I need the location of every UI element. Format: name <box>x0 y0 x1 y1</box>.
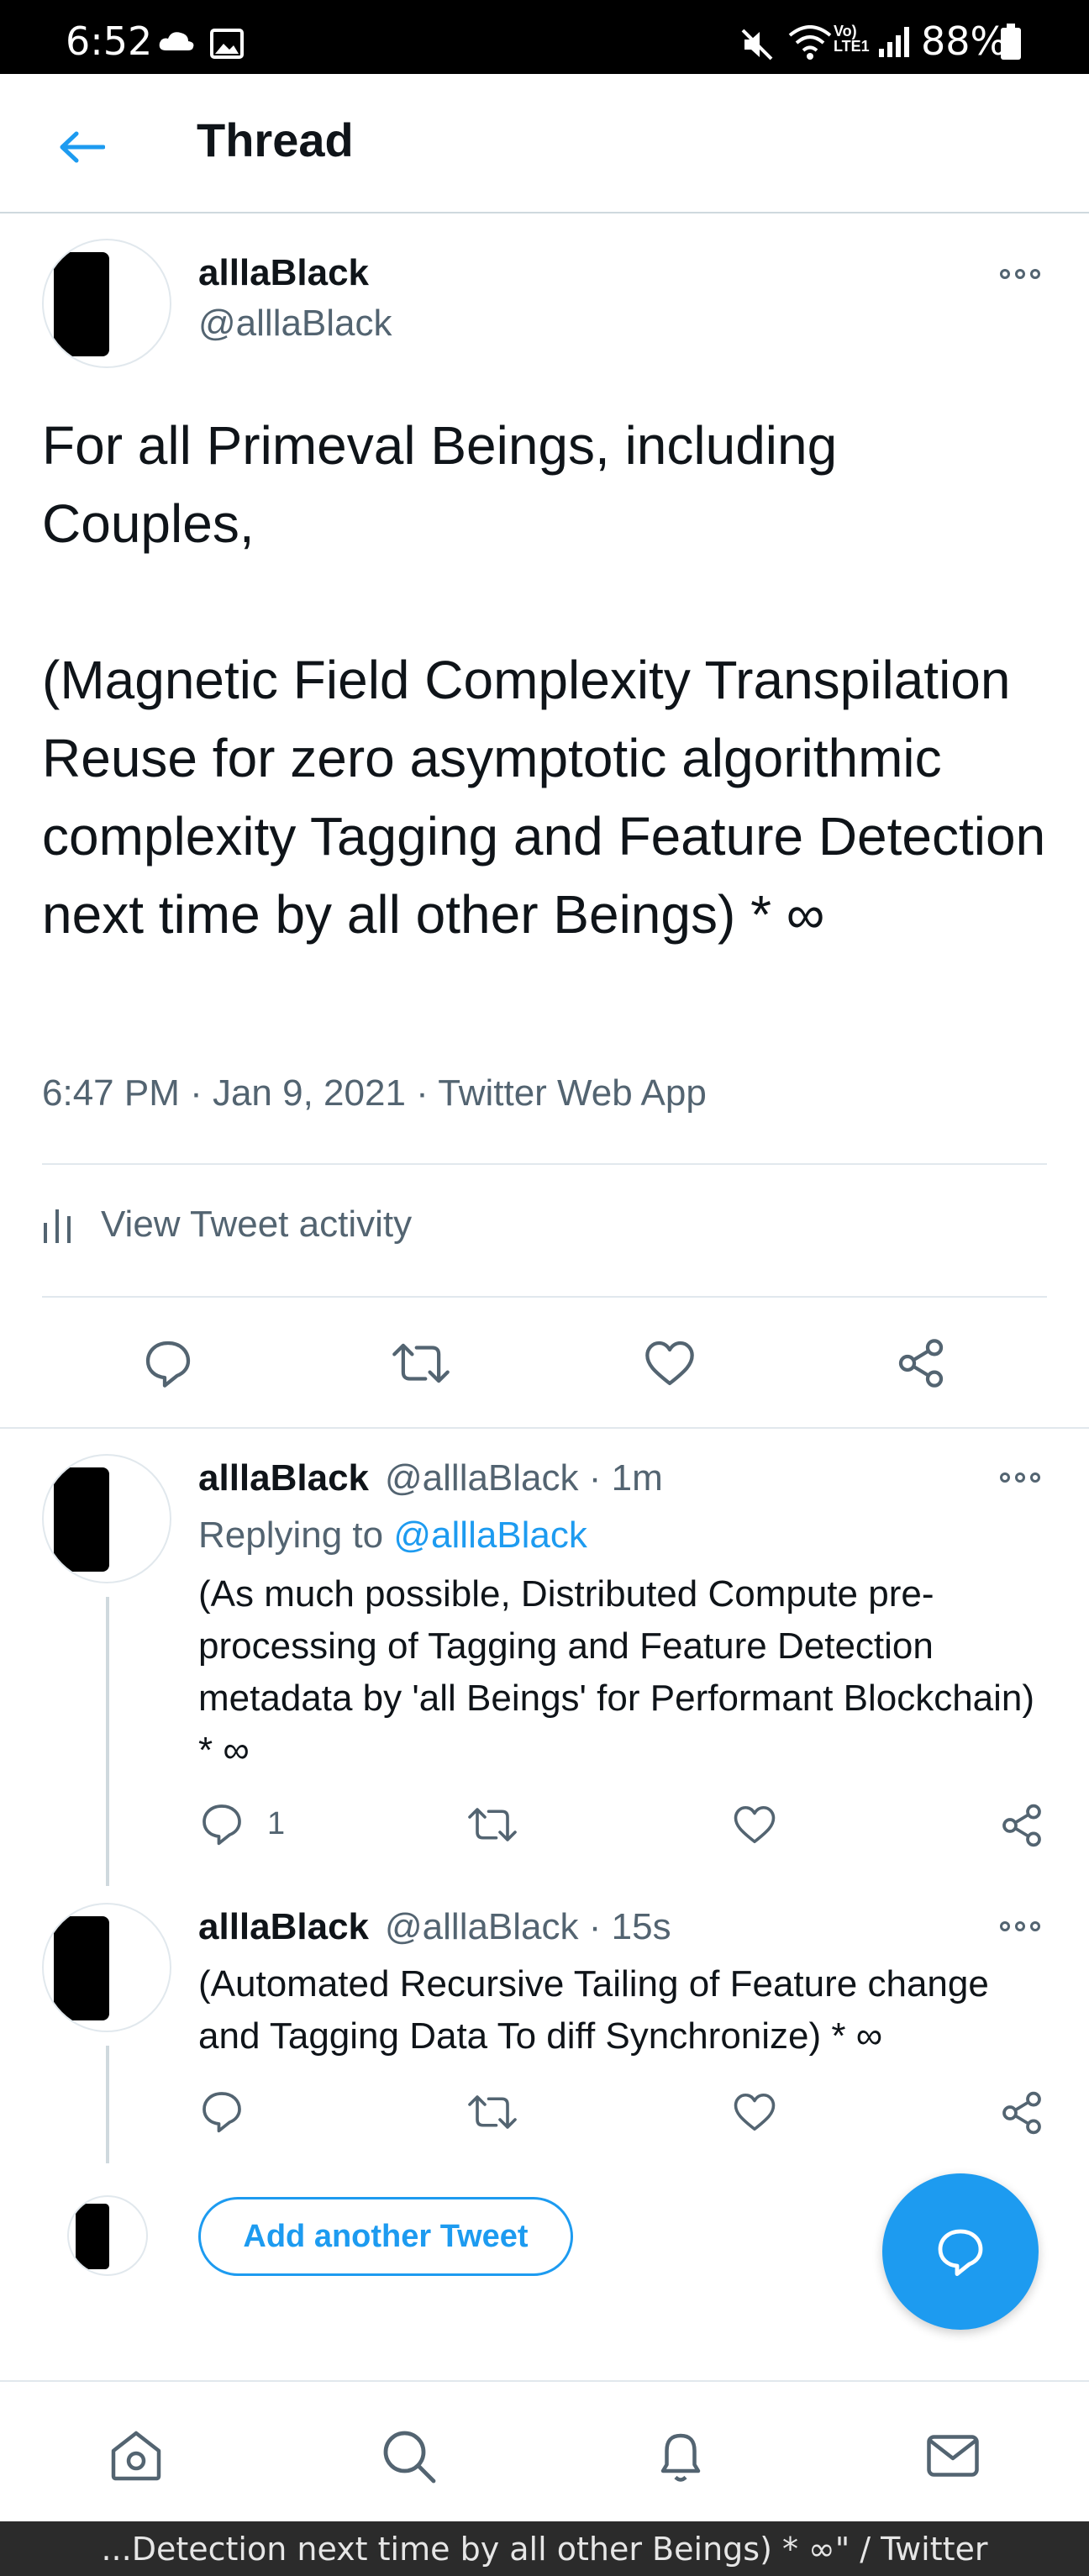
wifi-icon <box>788 25 832 65</box>
tweet-meta: 6:47 PM · Jan 9, 2021 · Twitter Web App <box>42 1072 707 1114</box>
reply-author-handle[interactable]: @alllaBlack · 15s <box>385 1906 671 1948</box>
replying-to-label: Replying to <box>198 1515 384 1556</box>
thread-line <box>106 2046 109 2163</box>
reply-count: 1 <box>267 1805 286 1841</box>
battery-icon <box>1000 24 1022 65</box>
like-icon <box>645 1341 694 1386</box>
retweet-icon <box>392 1343 450 1383</box>
header: Thread <box>0 74 1089 213</box>
compose-icon <box>938 2229 983 2277</box>
author-handle[interactable]: @alllaBlack <box>198 303 392 345</box>
messages-icon <box>927 2435 979 2477</box>
activity-bars-icon <box>44 1209 71 1243</box>
share-button[interactable] <box>998 1802 1045 1849</box>
share-button[interactable] <box>998 2089 1045 2136</box>
like-button[interactable] <box>642 1336 697 1390</box>
like-button[interactable] <box>731 2089 778 2135</box>
more-icon[interactable] <box>1000 1472 1040 1483</box>
window-title-bar: ...Detection next time by all other Bein… <box>0 2521 1089 2576</box>
retweet-button[interactable] <box>466 2089 519 2135</box>
cloud-icon <box>158 30 195 56</box>
share-icon <box>898 1339 944 1388</box>
image-icon <box>210 29 244 63</box>
retweet-button[interactable] <box>390 1336 452 1390</box>
reply-author-handle[interactable]: @alllaBlack · 1m <box>385 1457 663 1499</box>
reply-icon <box>145 1341 191 1388</box>
retweet-icon <box>468 1808 517 1841</box>
thread-line <box>106 1597 109 1886</box>
nav-search[interactable] <box>375 2422 442 2489</box>
notifications-icon <box>660 2433 701 2482</box>
reply-button[interactable] <box>141 1336 195 1390</box>
retweet-icon <box>468 2095 517 2129</box>
more-icon[interactable] <box>1000 1921 1040 1931</box>
composer-avatar <box>67 2195 148 2276</box>
replying-to-mention[interactable]: @alllaBlack <box>393 1515 587 1556</box>
reply-icon <box>203 2092 241 2133</box>
retweet-button[interactable] <box>466 1802 519 1847</box>
back-arrow-icon <box>60 131 105 163</box>
compose-fab[interactable] <box>882 2173 1039 2330</box>
home-icon <box>111 2431 161 2481</box>
share-icon <box>1002 2091 1041 2135</box>
status-bar: 6:52 Vo) LTE1 88% <box>0 0 1089 74</box>
author-name[interactable]: alllaBlack <box>198 252 369 294</box>
back-button[interactable] <box>52 118 111 176</box>
replying-to: Replying to @alllaBlack <box>198 1515 587 1557</box>
nav-home[interactable] <box>103 2422 170 2489</box>
page-title: Thread <box>197 113 354 166</box>
bottom-nav <box>0 2380 1089 2521</box>
status-time: 6:52 <box>66 18 153 64</box>
avatar[interactable] <box>42 239 171 368</box>
battery-percent: 88% <box>921 18 1007 64</box>
more-icon[interactable] <box>1000 269 1040 279</box>
reply-author-name[interactable]: alllaBlack <box>198 1457 369 1499</box>
search-icon <box>383 2431 436 2484</box>
divider <box>42 1163 1047 1165</box>
nav-notifications[interactable] <box>647 2422 714 2489</box>
share-icon <box>1002 1804 1041 1847</box>
activity-label: View Tweet activity <box>101 1204 413 1245</box>
reply-button[interactable] <box>198 2088 245 2135</box>
avatar[interactable] <box>42 1903 171 2032</box>
reply-author-name[interactable]: alllaBlack <box>198 1906 369 1948</box>
mute-icon <box>739 27 775 66</box>
like-icon <box>734 1805 776 1844</box>
reply-button[interactable]: 1 <box>198 1800 285 1847</box>
divider <box>42 1296 1047 1298</box>
nav-messages[interactable] <box>919 2422 986 2489</box>
network-label: Vo) LTE1 <box>834 23 870 55</box>
like-button[interactable] <box>731 1802 778 1847</box>
reply-icon <box>203 1804 241 1846</box>
signal-icon <box>877 25 911 63</box>
reply-text: (As much possible, Distributed Compute p… <box>198 1573 1035 1771</box>
like-icon <box>734 2093 776 2131</box>
section-divider <box>0 1427 1089 1429</box>
tweet-text: For all Primeval Beings, including Coupl… <box>42 415 1046 945</box>
view-tweet-activity[interactable]: View Tweet activity <box>42 1204 412 1246</box>
avatar[interactable] <box>42 1454 171 1583</box>
share-button[interactable] <box>894 1336 948 1390</box>
reply-text: (Automated Recursive Tailing of Feature … <box>198 1963 989 2057</box>
add-another-tweet-button[interactable]: Add another Tweet <box>198 2197 573 2276</box>
